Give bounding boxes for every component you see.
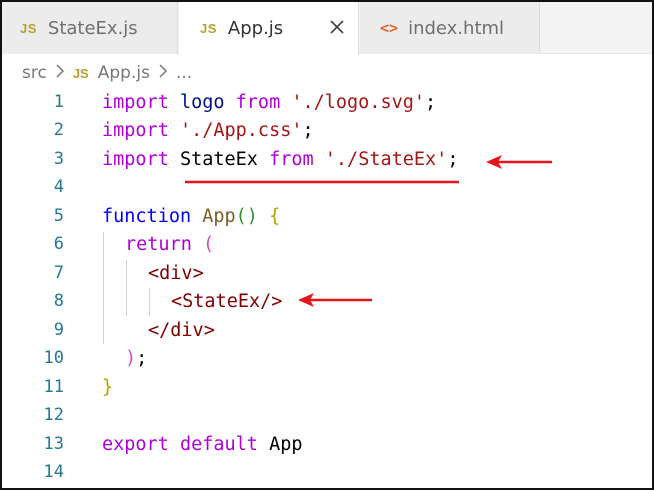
code-line: 2 import './App.css'; [2, 116, 652, 144]
code-text: <div> [148, 262, 204, 284]
code-line: 14 [2, 458, 652, 486]
js-file-icon: JS [20, 20, 37, 36]
line-number: 13 [43, 434, 64, 454]
breadcrumb-file[interactable]: App.js [98, 63, 150, 83]
tab-app-js[interactable]: JS App.js [179, 2, 359, 55]
breadcrumb: src JS App.js ... [2, 58, 652, 88]
code-text: <StateEx/> [171, 290, 283, 312]
code-text: return ( [125, 233, 215, 255]
close-icon[interactable] [326, 16, 348, 38]
code-line: 12 [2, 401, 652, 429]
chevron-right-icon [55, 64, 65, 82]
line-number: 3 [53, 149, 64, 169]
code-text: import logo from './logo.svg'; [102, 91, 437, 113]
code-line: 3 import StateEx from './StateEx'; [2, 145, 652, 173]
line-number: 2 [53, 120, 64, 140]
tab-label: StateEx.js [47, 17, 138, 39]
code-text: import StateEx from './StateEx'; [102, 148, 459, 170]
js-file-icon: JS [200, 21, 217, 36]
code-line: 5 function App() { [2, 202, 652, 230]
line-number: 4 [53, 177, 64, 197]
line-number: 12 [43, 405, 64, 425]
code-text: export default App [102, 433, 303, 455]
breadcrumb-more[interactable]: ... [176, 63, 192, 83]
html-file-icon: <> [380, 19, 399, 37]
code-line: 6 return ( [2, 230, 652, 258]
code-text: function App() { [102, 205, 281, 227]
code-line: 4 [2, 173, 652, 201]
editor-window: JS StateEx.js JS App.js <> index.html sr… [0, 0, 654, 490]
tab-stateex-js[interactable]: JS StateEx.js [2, 2, 178, 54]
line-number: 11 [43, 377, 64, 397]
line-number: 9 [53, 320, 64, 340]
line-number: 5 [53, 206, 64, 226]
code-text: ); [125, 347, 148, 369]
code-editor[interactable]: 1 import logo from './logo.svg'; 2 impor… [2, 88, 652, 488]
chevron-right-icon [158, 64, 168, 82]
code-line: 9 </div> [2, 316, 652, 344]
code-text: import './App.css'; [102, 119, 314, 141]
line-number: 6 [53, 234, 64, 254]
code-text: </div> [148, 319, 215, 341]
line-number: 10 [43, 348, 64, 368]
code-text: } [102, 376, 114, 398]
line-number: 1 [53, 92, 64, 112]
tab-index-html[interactable]: <> index.html [360, 2, 540, 54]
tab-label: App.js [227, 18, 284, 39]
line-number: 7 [53, 263, 64, 283]
code-line: 1 import logo from './logo.svg'; [2, 88, 652, 116]
code-line: 7 <div> [2, 259, 652, 287]
tab-bar: JS StateEx.js JS App.js <> index.html [2, 2, 652, 55]
code-line: 13 export default App [2, 430, 652, 458]
code-line: 8 <StateEx/> [2, 287, 652, 315]
code-line: 11 } [2, 373, 652, 401]
tab-label: index.html [408, 17, 505, 39]
js-file-icon: JS [72, 65, 89, 81]
breadcrumb-folder[interactable]: src [22, 63, 47, 83]
line-number: 14 [43, 462, 64, 482]
line-number: 8 [53, 291, 64, 311]
code-line: 10 ); [2, 344, 652, 372]
